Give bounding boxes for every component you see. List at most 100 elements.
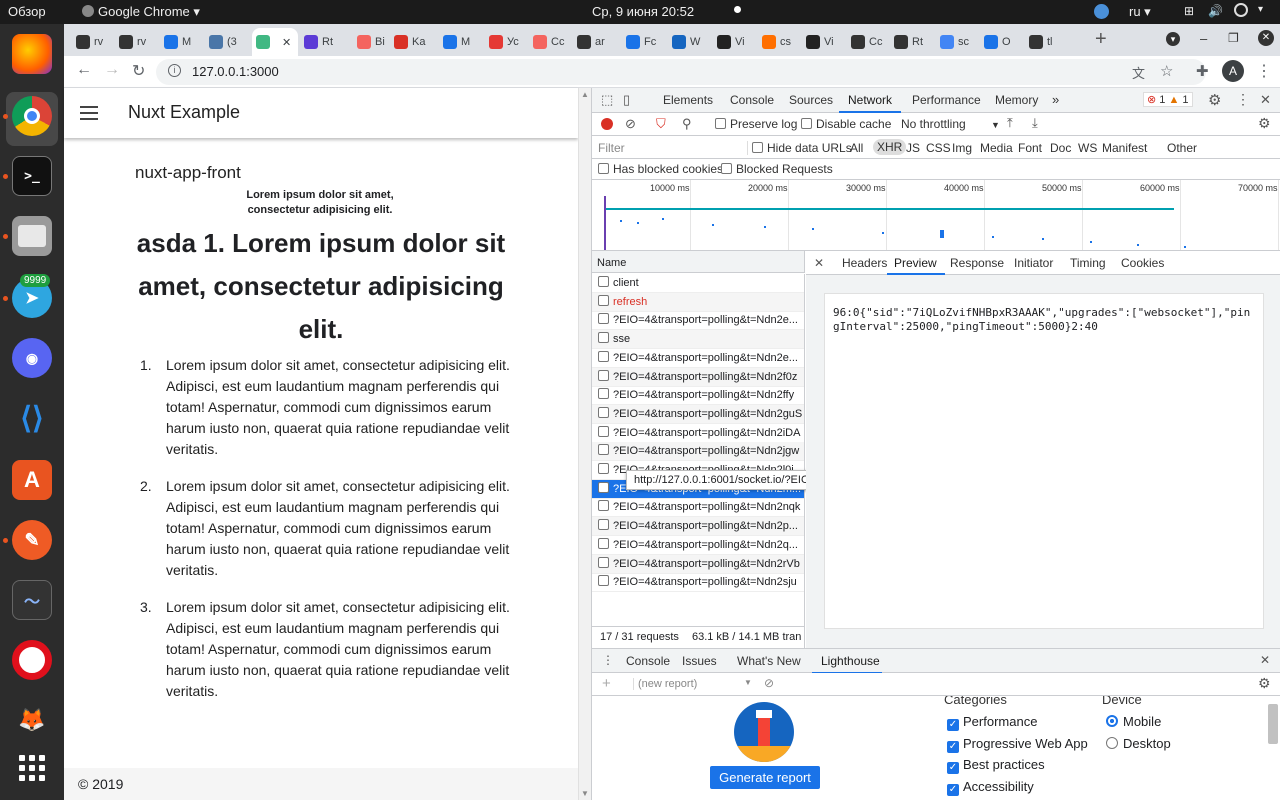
filter-input[interactable]: Filter <box>598 141 748 155</box>
clear-reports-icon[interactable]: ⊘ <box>764 676 774 690</box>
browser-tab[interactable]: M <box>439 28 481 56</box>
devtools-menu-icon[interactable]: ⋮ <box>1236 91 1250 108</box>
close-window-button[interactable]: ✕ <box>1258 30 1274 46</box>
tab-elements[interactable]: Elements <box>663 93 713 107</box>
tab-search-icon[interactable]: ▾ <box>1166 32 1180 46</box>
browser-tab[interactable]: sc <box>936 28 978 56</box>
more-tabs-icon[interactable]: » <box>1052 92 1059 107</box>
request-row[interactable]: ?EIO=4&transport=polling&t=Ndn2nqk <box>592 498 804 518</box>
request-row[interactable]: ?EIO=4&transport=polling&t=Ndn2p... <box>592 517 804 537</box>
opera-icon[interactable] <box>12 640 52 680</box>
browser-tab[interactable]: rv <box>72 28 114 56</box>
tab-timing[interactable]: Timing <box>1070 256 1106 270</box>
tab-headers[interactable]: Headers <box>842 256 887 270</box>
report-select[interactable]: (new report) ▼ <box>633 678 753 690</box>
inspect-element-icon[interactable]: ⬚ <box>601 92 613 108</box>
filter-img[interactable]: Img <box>952 141 972 155</box>
firefox-icon[interactable] <box>12 34 52 74</box>
issues-counter[interactable]: ⊗ 1 ▲ 1 <box>1143 92 1193 107</box>
browser-tab[interactable]: O <box>980 28 1022 56</box>
reload-icon[interactable]: ↻ <box>132 61 145 81</box>
request-row[interactable]: ?EIO=4&transport=polling&t=Ndn2rVb <box>592 554 804 574</box>
lighthouse-scrollbar[interactable] <box>1268 704 1278 744</box>
tab-sources[interactable]: Sources <box>789 93 833 107</box>
back-icon[interactable]: ← <box>76 61 92 79</box>
drawer-tab-console[interactable]: Console <box>626 654 670 668</box>
system-monitor-icon[interactable]: 〜 <box>12 580 52 620</box>
clock[interactable]: Ср, 9 июня 20:52 <box>592 4 694 19</box>
filter-js[interactable]: JS <box>906 141 920 155</box>
browser-tab[interactable]: ar <box>573 28 615 56</box>
filter-media[interactable]: Media <box>980 141 1013 155</box>
settings-gear-icon[interactable]: ⚙ <box>1208 91 1221 109</box>
tab-network[interactable]: Network <box>848 93 892 107</box>
request-row[interactable]: client <box>592 274 804 293</box>
add-report-icon[interactable]: + <box>602 675 611 692</box>
filter-doc[interactable]: Doc <box>1050 141 1071 155</box>
drawer-tab-lighthouse[interactable]: Lighthouse <box>821 654 880 668</box>
vscode-icon[interactable]: ⟨⟩ <box>12 398 52 438</box>
browser-tab[interactable]: Rt <box>890 28 932 56</box>
browser-tab[interactable]: M <box>160 28 202 56</box>
page-scrollbar[interactable]: ▲ ▼ <box>578 88 591 800</box>
extensions-icon[interactable]: ✚ <box>1196 62 1209 80</box>
browser-tab[interactable]: (3 <box>205 28 247 56</box>
filter-all[interactable]: All <box>850 141 863 155</box>
record-icon[interactable] <box>601 118 613 130</box>
request-row[interactable]: ?EIO=4&transport=polling&t=Ndn2e... <box>592 311 804 331</box>
filter-font[interactable]: Font <box>1018 141 1042 155</box>
generate-report-button[interactable]: Generate report <box>710 766 820 789</box>
tab-console[interactable]: Console <box>730 93 774 107</box>
device-toolbar-icon[interactable]: ▯ <box>623 92 630 108</box>
preserve-log-checkbox[interactable]: Preserve log <box>715 117 797 131</box>
browser-tab[interactable]: Bi <box>353 28 395 56</box>
browser-tab[interactable]: rv <box>115 28 157 56</box>
category-accessibility[interactable]: ✓ Accessibility <box>947 776 1088 798</box>
request-row[interactable]: ?EIO=4&transport=polling&t=Ndn2ffy <box>592 386 804 406</box>
browser-tab[interactable]: ✕ <box>252 28 298 56</box>
filter-manifest[interactable]: Manifest <box>1102 141 1147 155</box>
drawer-tab-issues[interactable]: Issues <box>682 654 717 668</box>
throttling-select[interactable]: No throttling ▼ <box>901 117 1000 131</box>
chrome-icon[interactable] <box>12 96 52 136</box>
browser-tab[interactable]: Rt <box>300 28 342 56</box>
language-indicator[interactable]: ru ▾ <box>1129 4 1151 20</box>
activities-button[interactable]: Обзор <box>8 4 46 19</box>
browser-tab[interactable]: Vi <box>713 28 755 56</box>
volume-icon[interactable]: 🔊 <box>1208 4 1223 18</box>
category-performance[interactable]: ✓ Performance <box>947 711 1088 733</box>
browser-tab[interactable]: cs <box>758 28 800 56</box>
power-icon[interactable] <box>1234 3 1248 17</box>
minimize-button[interactable]: – <box>1200 31 1207 46</box>
browser-tab[interactable]: W <box>668 28 710 56</box>
request-row[interactable]: sse <box>592 330 804 350</box>
filter-icon[interactable]: ⛉ <box>656 116 666 132</box>
browser-tab[interactable]: Vi <box>802 28 844 56</box>
software-center-icon[interactable]: A <box>12 460 52 500</box>
close-tab-icon[interactable]: ✕ <box>282 36 291 49</box>
update-icon[interactable] <box>1094 4 1109 19</box>
import-har-icon[interactable]: ⤒ <box>1007 115 1013 131</box>
name-column-header[interactable]: Name <box>592 251 805 273</box>
maximize-button[interactable]: ❐ <box>1228 31 1239 45</box>
browser-tab[interactable]: Ka <box>390 28 432 56</box>
filter-other[interactable]: Other <box>1167 141 1197 155</box>
category-pwa[interactable]: ✓ Progressive Web App <box>947 733 1088 755</box>
drawer-tab-whats-new[interactable]: What's New <box>737 654 801 668</box>
hide-data-urls-checkbox[interactable]: Hide data URLs <box>752 141 852 155</box>
hamburger-menu-icon[interactable] <box>80 106 98 120</box>
tab-response[interactable]: Response <box>950 256 1004 270</box>
new-tab-button[interactable]: + <box>1095 28 1107 51</box>
profile-avatar[interactable]: A <box>1222 60 1244 82</box>
export-har-icon[interactable]: ⤓ <box>1032 115 1038 131</box>
filter-xhr[interactable]: XHR <box>873 139 907 155</box>
discord-icon[interactable]: ◉ <box>12 338 52 378</box>
tab-cookies[interactable]: Cookies <box>1121 256 1164 270</box>
request-row[interactable]: ?EIO=4&transport=polling&t=Ndn2q... <box>592 536 804 555</box>
clear-icon[interactable]: ⊘ <box>625 116 636 132</box>
request-row[interactable]: ?EIO=4&transport=polling&t=Ndn2iDA <box>592 424 804 443</box>
tab-memory[interactable]: Memory <box>995 93 1038 107</box>
show-apps-icon[interactable] <box>12 748 52 788</box>
has-blocked-cookies-checkbox[interactable]: Has blocked cookies <box>598 162 723 176</box>
device-mobile-radio[interactable]: Mobile <box>1106 711 1171 733</box>
